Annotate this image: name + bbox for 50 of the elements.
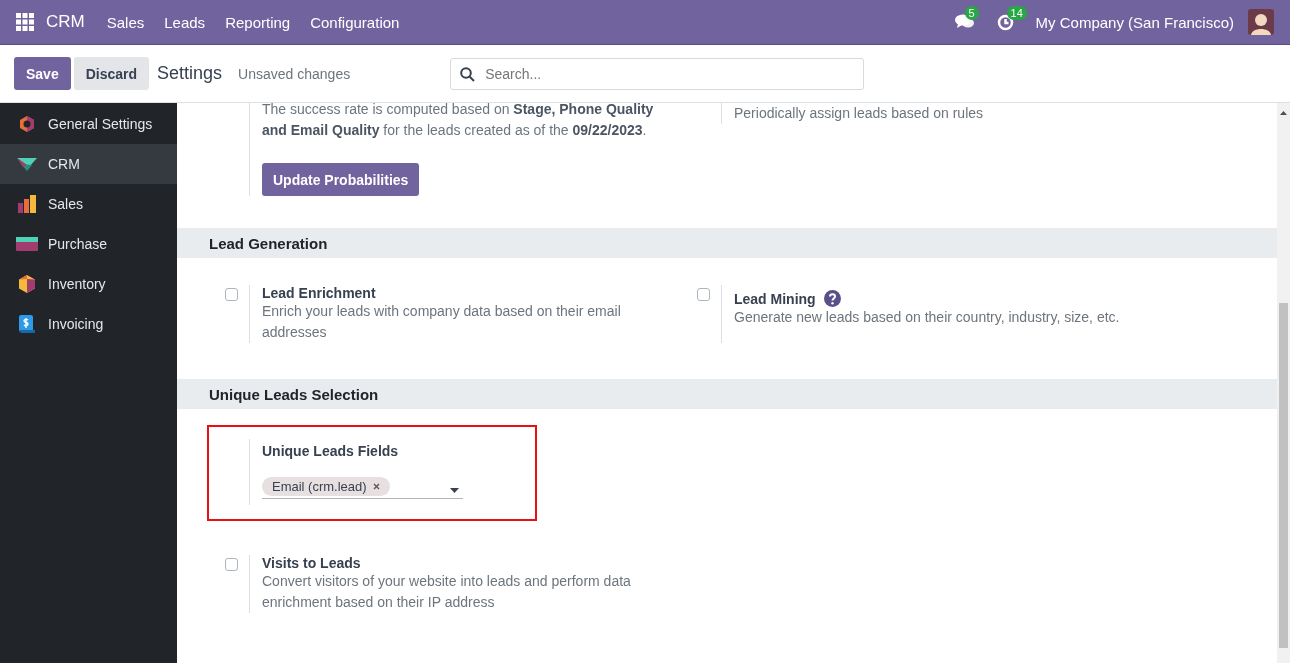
setting-description: Generate new leads based on their country, industry, size, etc.: [734, 308, 1121, 327]
discard-button[interactable]: Discard: [73, 57, 150, 90]
caret-icon[interactable]: [450, 488, 459, 493]
setting-description: Convert visitors of your website into leads and perform data enrichment based on their IP address: [262, 572, 632, 612]
sidebar-item[interactable]: Invoicing: [0, 304, 177, 344]
save-button[interactable]: Save: [14, 57, 71, 90]
app-icon: [16, 237, 38, 251]
scrollbar[interactable]: [1277, 103, 1290, 663]
app-icon: [18, 314, 36, 334]
section-header: Unique Leads Selection: [177, 379, 1277, 409]
menu-item[interactable]: Configuration: [310, 13, 400, 31]
count-badge: 14: [1006, 5, 1027, 20]
description-text: Periodically assign leads based on rules: [734, 104, 985, 123]
sidebar-item[interactable]: Inventory: [0, 264, 177, 304]
menu-item[interactable]: Reporting: [225, 13, 291, 31]
app-icon: [18, 274, 36, 294]
setting-description: Enrich your leads with company data based on their email addresses: [262, 302, 622, 342]
menu-item[interactable]: Sales: [106, 13, 145, 31]
app-icon: [17, 195, 37, 213]
help-icon[interactable]: [823, 290, 841, 307]
checkbox[interactable]: [225, 288, 238, 301]
section-header: Lead Generation: [177, 228, 1277, 258]
setting-title: Visits to Leads: [262, 555, 361, 571]
description-text: The success rate is computed based on Stage, Phone Quality and Email Quality for the leads created as of the 09/22/2023.: [262, 103, 655, 140]
tag: Email (crm.lead): [262, 477, 390, 496]
search-field[interactable]: Search...: [450, 57, 865, 90]
status-text: Unsaved changes: [238, 65, 351, 82]
app-icon: [18, 115, 36, 133]
app-icon: [16, 156, 38, 172]
count-badge: 5: [964, 6, 979, 20]
remove-icon[interactable]: [372, 483, 380, 490]
tags-field[interactable]: Email (crm.lead): [262, 477, 463, 499]
checkbox[interactable]: [225, 558, 238, 571]
sidebar-item[interactable]: Sales: [0, 184, 177, 224]
checkbox[interactable]: [697, 288, 710, 301]
company-name[interactable]: My Company (San Francisco): [1035, 13, 1234, 31]
apps-menu-icon[interactable]: [16, 13, 34, 31]
update-button[interactable]: Update Probabilities: [262, 163, 420, 196]
sidebar-item[interactable]: CRM: [0, 144, 177, 184]
sidebar-item[interactable]: Purchase: [0, 224, 177, 264]
setting-title: Lead Mining: [734, 290, 816, 307]
sidebar-item[interactable]: General Settings: [0, 104, 177, 144]
avatar-icon[interactable]: [1248, 9, 1274, 35]
setting-title: Unique Leads Fields: [262, 443, 399, 459]
app-name[interactable]: CRM: [46, 12, 85, 32]
setting-title: Lead Enrichment: [262, 285, 376, 301]
arrow-up-icon[interactable]: [1280, 111, 1287, 115]
search-icon: [460, 66, 476, 82]
breadcrumb: Settings: [157, 63, 223, 84]
menu-item[interactable]: Leads: [164, 13, 206, 31]
